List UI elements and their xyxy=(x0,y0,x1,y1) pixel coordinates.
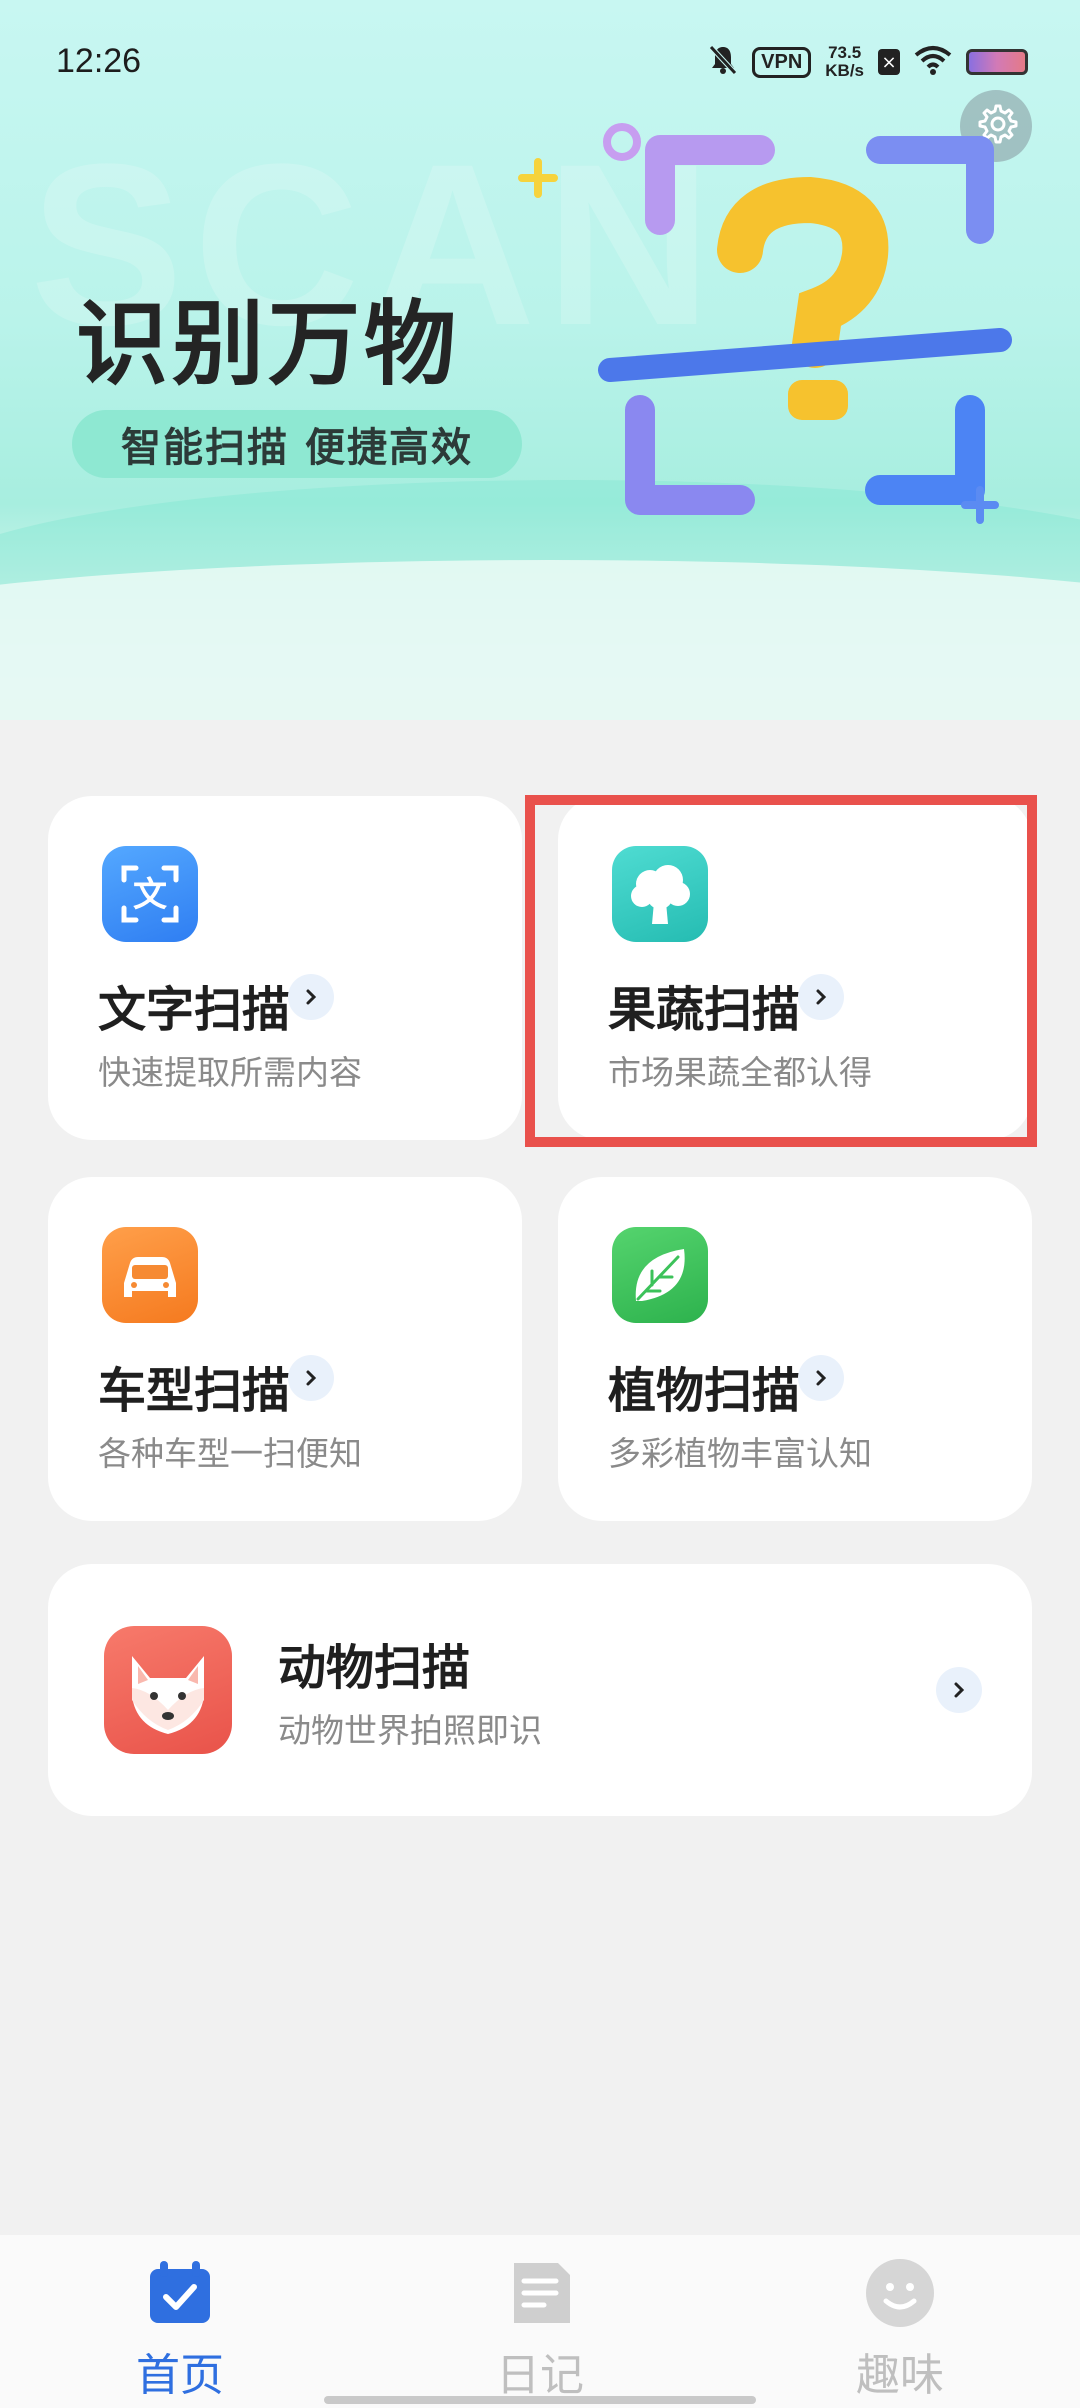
home-indicator[interactable] xyxy=(324,2396,756,2404)
subtitle-pill: 智能扫描 便捷高效 xyxy=(72,410,522,478)
tab-label: 趣味 xyxy=(856,2350,944,2401)
page-subtitle: 智能扫描 便捷高效 xyxy=(121,425,473,471)
battery-icon xyxy=(966,49,1028,75)
card-title: 动物扫描 xyxy=(278,1640,471,1696)
page-title: 识别万物 xyxy=(76,291,461,398)
chevron-right-icon[interactable] xyxy=(936,1667,982,1713)
card-subtitle: 动物世界拍照即识 xyxy=(278,1711,542,1750)
card-title: 植物扫描 xyxy=(608,1363,801,1419)
fruit-veg-scan-card[interactable]: 果蔬扫描 市场果蔬全都认得 xyxy=(558,796,1032,1140)
sparkle-icon xyxy=(518,158,558,198)
text-scan-card[interactable]: 文 文字扫描 快速提取所需内容 xyxy=(48,796,522,1140)
tab-diary[interactable]: 日记 xyxy=(440,2257,640,2407)
card-title: 果蔬扫描 xyxy=(608,982,801,1038)
plant-scan-card[interactable]: 植物扫描 多彩植物丰富认知 xyxy=(558,1177,1032,1521)
status-time: 12:26 xyxy=(56,42,142,80)
banner-wave-light xyxy=(0,560,1080,720)
card-subtitle: 市场果蔬全都认得 xyxy=(608,1053,872,1092)
chevron-right-icon[interactable] xyxy=(288,1355,334,1401)
card-title: 车型扫描 xyxy=(98,1363,291,1419)
card-subtitle: 各种车型一扫便知 xyxy=(98,1434,362,1473)
tab-fun[interactable]: 趣味 xyxy=(800,2257,1000,2407)
scan-illustration xyxy=(534,110,1040,570)
mute-bell-icon xyxy=(708,44,738,80)
card-subtitle: 快速提取所需内容 xyxy=(98,1053,362,1092)
smiley-icon xyxy=(864,2257,936,2329)
text-scan-icon: 文 xyxy=(102,846,198,942)
status-icons: VPN 73.5 KB/s × xyxy=(708,40,1028,84)
vpn-badge: VPN xyxy=(752,46,812,78)
network-speed-value: 73.5 xyxy=(828,43,862,62)
header-banner: SCAN 12:26 VPN 73.5 KB/s × 识别万物 智能扫描 便捷高… xyxy=(0,0,1080,720)
broccoli-icon xyxy=(612,846,708,942)
fox-icon xyxy=(104,1626,232,1754)
car-scan-card[interactable]: 车型扫描 各种车型一扫便知 xyxy=(48,1177,522,1521)
animal-scan-card[interactable]: 动物扫描 动物世界拍照即识 xyxy=(48,1564,1032,1816)
document-icon xyxy=(504,2257,576,2329)
no-sim-icon: × xyxy=(878,49,900,75)
tab-label: 日记 xyxy=(496,2350,584,2401)
wifi-icon xyxy=(914,45,952,79)
chevron-right-icon[interactable] xyxy=(798,1355,844,1401)
network-speed-unit: KB/s xyxy=(825,61,864,80)
tab-home[interactable]: 首页 xyxy=(80,2257,280,2407)
leaf-icon xyxy=(612,1227,708,1323)
bottom-nav: 首页 日记 趣味 xyxy=(0,2235,1080,2408)
card-title: 文字扫描 xyxy=(98,982,291,1038)
calendar-check-icon xyxy=(144,2257,216,2329)
chevron-right-icon[interactable] xyxy=(798,974,844,1020)
tab-label: 首页 xyxy=(136,2350,224,2401)
status-bar: 12:26 VPN 73.5 KB/s × xyxy=(0,0,1080,120)
car-icon xyxy=(102,1227,198,1323)
chevron-right-icon[interactable] xyxy=(288,974,334,1020)
network-speed: 73.5 KB/s xyxy=(825,44,864,80)
card-subtitle: 多彩植物丰富认知 xyxy=(608,1434,872,1473)
text-scan-glyph: 文 xyxy=(133,875,167,915)
scan-question-icon xyxy=(534,123,1012,524)
